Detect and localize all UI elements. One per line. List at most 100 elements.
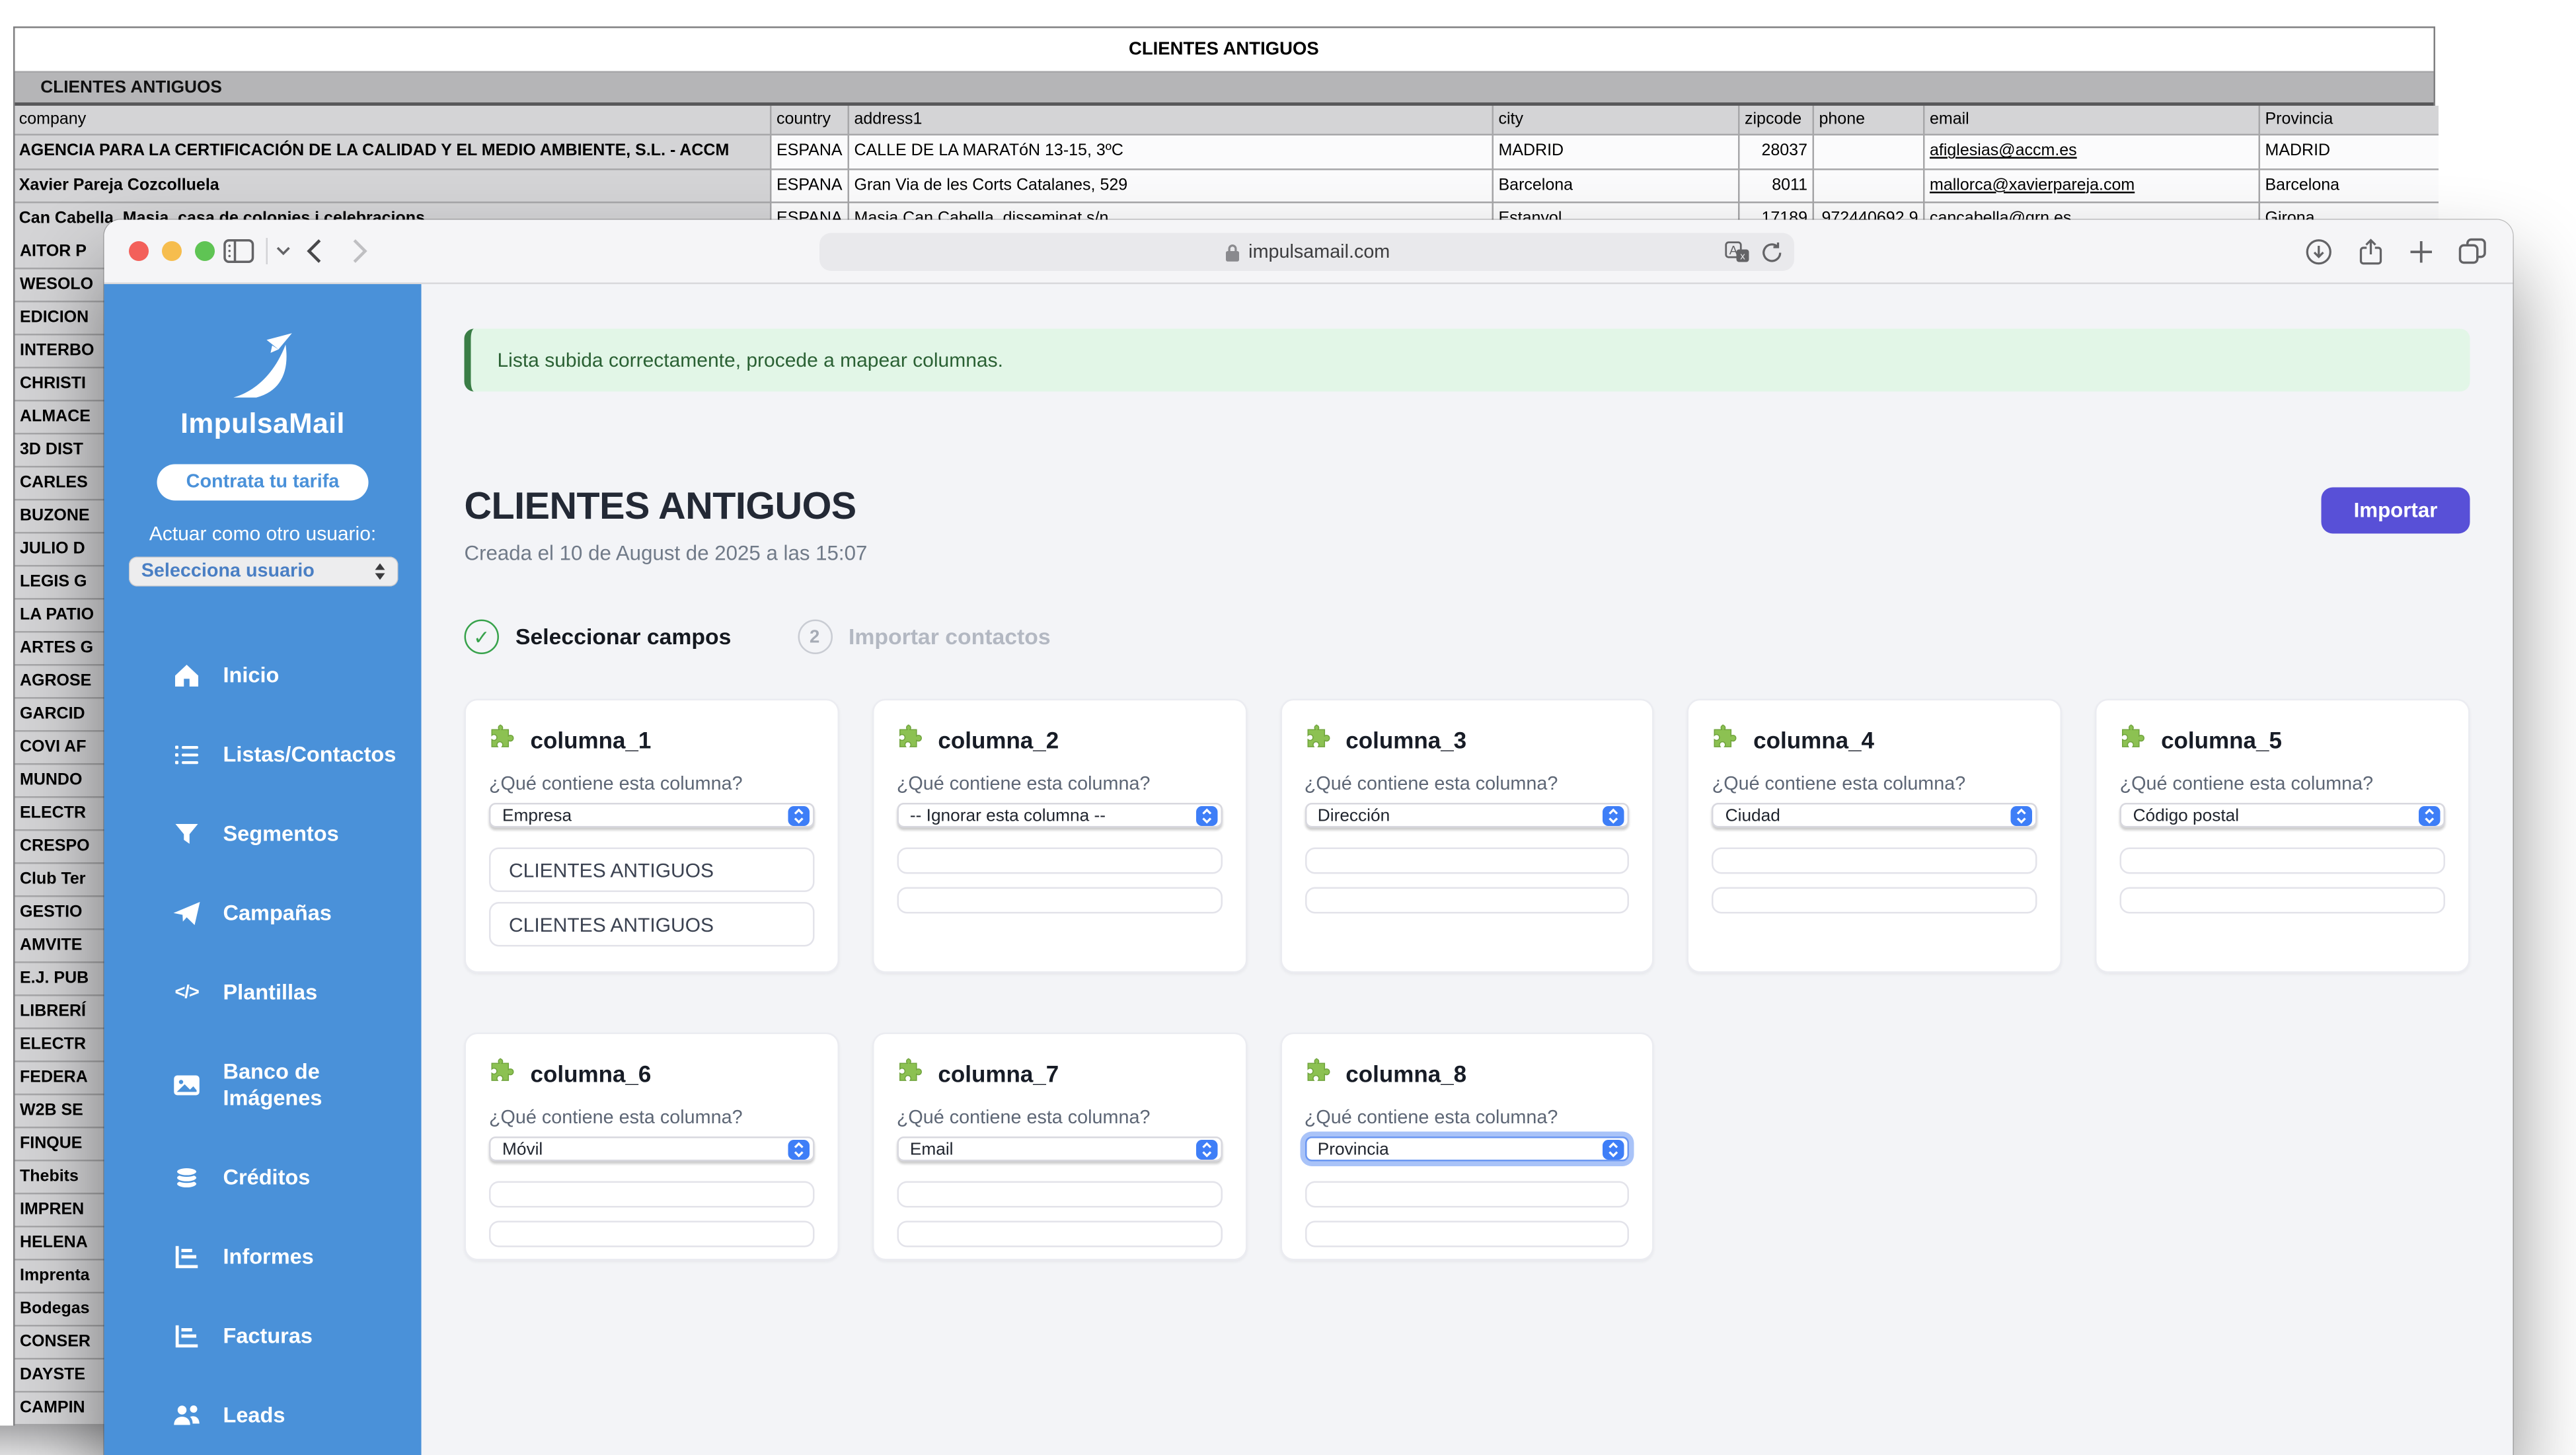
select-stepper-icon [1603, 1139, 1625, 1159]
column-field-select[interactable]: Código postal [2120, 803, 2445, 828]
tabs-overview-icon[interactable] [2458, 238, 2487, 264]
column-field-select[interactable]: -- Ignorar esta columna -- [897, 803, 1222, 828]
column-field-select[interactable]: Móvil [489, 1137, 814, 1162]
paper-plane-icon [172, 899, 202, 928]
card-header: columna_8 [1305, 1057, 1630, 1090]
sheet-row-company-truncated: ELECTR [14, 797, 104, 830]
column-field-select[interactable]: Ciudad [1712, 803, 2037, 828]
browser-toolbar: impulsamail.com Ax [104, 220, 2513, 285]
reload-icon[interactable] [1761, 241, 1783, 264]
select-stepper-icon [1195, 1139, 1217, 1159]
puzzle-icon [1712, 722, 1741, 759]
sheet-row-company-truncated: GESTIO [14, 896, 104, 929]
sheet-cell: mallorca@xavierpareja.com [1925, 169, 2261, 203]
traffic-lights [129, 220, 215, 283]
safari-window: impulsamail.com Ax [104, 220, 2513, 1455]
preview-box: CLIENTES ANTIGUOS [489, 902, 814, 947]
step-label: Seleccionar campos [515, 624, 731, 650]
importar-button[interactable]: Importar [2322, 488, 2470, 534]
impulsamail-logo-icon [225, 330, 301, 403]
user-select-value: Selecciona usuario [141, 562, 315, 581]
column-card-title: columna_3 [1345, 727, 1466, 753]
sheet-column-header: company [14, 106, 771, 135]
sheet-cell: Barcelona [2260, 169, 2438, 203]
sidebar-item-label: Segmentos [223, 821, 389, 847]
select-stepper-icon [1603, 805, 1625, 825]
sidebar-item-campa-as[interactable]: Campañas [104, 874, 422, 953]
app-sidebar: ImpulsaMail Contrata tu tarifa Actuar co… [104, 284, 422, 1455]
download-icon[interactable] [2305, 237, 2333, 266]
sheet-column-header: zipcode [1740, 106, 1815, 135]
column-card-title: columna_7 [938, 1061, 1059, 1087]
window-shadow [0, 1425, 116, 1455]
sheet-row-company-truncated: EDICION [14, 301, 104, 334]
image-icon [172, 1070, 202, 1100]
column-field-select[interactable]: Dirección [1305, 803, 1630, 828]
sidebar-toggle-icon[interactable] [223, 238, 255, 264]
sheet-row-company-truncated: AMVITE [14, 929, 104, 962]
minimize-window-button[interactable] [162, 241, 182, 261]
sheet-row-company-truncated: FINQUE [14, 1127, 104, 1160]
sidebar-item-banco-de-im-genes[interactable]: Banco de Imágenes [104, 1033, 422, 1138]
list-icon [172, 740, 202, 770]
sheet-cell: afiglesias@accm.es [1925, 135, 2261, 169]
chart-icon [172, 1322, 202, 1351]
column-field-select[interactable]: Provincia [1305, 1137, 1630, 1162]
sheet-column-header: email [1925, 106, 2261, 135]
sidebar-item-listas-contactos[interactable]: Listas/Contactos [104, 716, 422, 795]
funnel-icon [172, 819, 202, 849]
column-card-columna_8: columna_8¿Qué contiene esta columna?Prov… [1279, 1033, 1654, 1261]
chevron-down-icon[interactable] [276, 246, 291, 256]
sheet-row-company-truncated: Thebits [14, 1160, 104, 1193]
select-value: Dirección [1318, 805, 1390, 825]
forward-icon[interactable] [352, 238, 369, 264]
sheet-cell: 8011 [1740, 169, 1815, 203]
sheet-cell: ESPANA [772, 135, 850, 169]
page-title: CLIENTES ANTIGUOS [465, 488, 868, 526]
sheet-column-header: city [1494, 106, 1740, 135]
sidebar-item-facturas[interactable]: Facturas [104, 1297, 422, 1376]
sheet-row-company-truncated: AGROSE [14, 665, 104, 698]
preview-box [2120, 887, 2445, 914]
sidebar-item-informes[interactable]: Informes [104, 1218, 422, 1297]
close-window-button[interactable] [129, 241, 149, 261]
sheet-row-company-truncated: BUZONE [14, 500, 104, 533]
column-question-label: ¿Qué contiene esta columna? [2120, 775, 2445, 798]
sheet-band-label: CLIENTES ANTIGUOS [14, 78, 222, 98]
sidebar-item-plantillas[interactable]: </>Plantillas [104, 953, 422, 1033]
column-field-select[interactable]: Empresa [489, 803, 814, 828]
puzzle-icon [897, 1056, 925, 1092]
sheet-cell: CALLE DE LA MARATóN 13-15, 3ºC [849, 135, 1494, 169]
share-icon[interactable] [2358, 237, 2384, 266]
back-icon[interactable] [306, 238, 322, 264]
sheet-row-company-truncated: AITOR P [14, 235, 104, 268]
toolbar-divider [266, 238, 268, 264]
sidebar-item-leads[interactable]: Leads [104, 1376, 422, 1455]
card-header: columna_6 [489, 1057, 814, 1090]
sidebar-item-label: Informes [223, 1244, 389, 1270]
sidebar-item-cr-ditos[interactable]: Créditos [104, 1138, 422, 1218]
column-card-columna_2: columna_2¿Qué contiene esta columna?-- I… [872, 699, 1246, 973]
sidebar-item-segmentos[interactable]: Segmentos [104, 795, 422, 874]
puzzle-icon [1305, 722, 1333, 759]
column-question-label: ¿Qué contiene esta columna? [1305, 775, 1630, 798]
contrata-tarifa-button[interactable]: Contrata tu tarifa [157, 465, 369, 501]
step-check-icon: ✓ [465, 620, 500, 655]
users-icon [172, 1401, 202, 1431]
column-card-title: columna_5 [2161, 727, 2282, 753]
user-select[interactable]: Selecciona usuario [128, 557, 398, 587]
column-field-select[interactable]: Email [897, 1137, 1222, 1162]
sheet-cell: MADRID [2260, 135, 2438, 169]
sheet-column-header: country [772, 106, 850, 135]
new-tab-icon[interactable] [2409, 239, 2434, 264]
code-icon: </> [172, 978, 202, 1008]
select-value: Móvil [502, 1139, 543, 1159]
address-bar[interactable]: impulsamail.com Ax [819, 233, 1794, 272]
column-question-label: ¿Qué contiene esta columna? [897, 1109, 1222, 1132]
sidebar-item-inicio[interactable]: Inicio [104, 636, 422, 716]
translate-icon[interactable]: Ax [1725, 241, 1750, 263]
zoom-window-button[interactable] [195, 241, 215, 261]
sheet-cell: 28037 [1740, 135, 1815, 169]
sheet-row-company-truncated: JULIO D [14, 533, 104, 566]
sidebar-item-label: Facturas [223, 1324, 389, 1349]
